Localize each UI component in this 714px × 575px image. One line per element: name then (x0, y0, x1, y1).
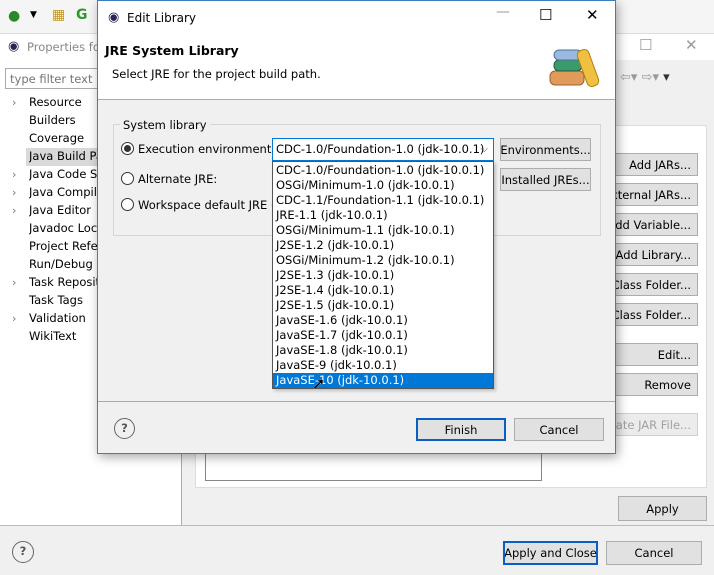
environment-dropdown-list[interactable]: CDC-1.0/Foundation-1.0 (jdk-10.0.1) OSGi/… (272, 161, 494, 389)
dropdown-option[interactable]: OSGi/Minimum-1.0 (jdk-10.0.1) (273, 178, 493, 193)
help-icon[interactable]: ? (12, 541, 34, 563)
group-label: System library (120, 118, 210, 132)
dialog-title: Edit Library (127, 11, 197, 25)
back-icon[interactable]: ⇦▾ (620, 70, 637, 85)
background-cancel-button[interactable]: Cancel (606, 541, 702, 565)
dropdown-option[interactable]: OSGi/Minimum-1.1 (jdk-10.0.1) (273, 223, 493, 238)
chevron-right-icon[interactable]: › (12, 204, 16, 217)
alternate-jre-radio[interactable] (121, 172, 134, 185)
chevron-right-icon[interactable]: › (12, 276, 16, 289)
help-icon[interactable]: ? (114, 418, 135, 439)
divider (98, 401, 615, 402)
execution-environment-combo[interactable]: CDC-1.0/Foundation-1.0 (jdk-10.0.1) ⌵ (272, 138, 494, 161)
installed-jres-button[interactable]: Installed JREs... (500, 168, 591, 191)
execution-environment-label: Execution environment: (138, 142, 276, 156)
edit-library-dialog: ◉ Edit Library — ☐ ✕ JRE System Library … (97, 0, 616, 454)
dropdown-option[interactable]: J2SE-1.3 (jdk-10.0.1) (273, 268, 493, 283)
dialog-description: Select JRE for the project build path. (112, 67, 321, 81)
dropdown-option[interactable]: JavaSE-1.6 (jdk-10.0.1) (273, 313, 493, 328)
workspace-default-radio[interactable] (121, 198, 134, 211)
run-icon[interactable]: ● (8, 8, 20, 24)
dropdown-option[interactable]: J2SE-1.2 (jdk-10.0.1) (273, 238, 493, 253)
workspace-default-label: Workspace default JRE (jdk-10.0.1) (138, 198, 272, 212)
dropdown-option[interactable]: JavaSE-9 (jdk-10.0.1) (273, 358, 493, 373)
chevron-down-icon[interactable]: ▼ (30, 10, 37, 20)
execution-environment-radio[interactable] (121, 142, 134, 155)
eclipse-icon: ◉ (8, 39, 20, 54)
divider (0, 525, 714, 526)
chevron-right-icon[interactable]: › (12, 312, 16, 325)
dialog-heading: JRE System Library (105, 43, 239, 58)
chevron-down-icon: ⌵ (480, 144, 488, 155)
maximize-icon[interactable]: ☐ (639, 36, 652, 54)
eclipse-icon: ◉ (108, 10, 120, 25)
library-books-icon (549, 49, 600, 87)
dropdown-option[interactable]: J2SE-1.4 (jdk-10.0.1) (273, 283, 493, 298)
cancel-button[interactable]: Cancel (514, 418, 604, 441)
close-icon[interactable]: ✕ (586, 6, 599, 24)
dropdown-option[interactable]: J2SE-1.5 (jdk-10.0.1) (273, 298, 493, 313)
close-icon[interactable]: ✕ (685, 36, 698, 54)
apply-and-close-button[interactable]: Apply and Close (503, 541, 598, 565)
new-class-icon[interactable]: G (76, 7, 88, 23)
chevron-right-icon[interactable]: › (12, 168, 16, 181)
new-package-icon[interactable]: ▦ (52, 7, 65, 23)
window-title: Properties for (27, 40, 105, 54)
environments-button[interactable]: Environments... (500, 138, 591, 161)
mouse-cursor-icon: ➚ (312, 374, 326, 393)
nav-arrows: ⇦▾ ⇨▾ ▾ (620, 70, 670, 85)
forward-icon[interactable]: ⇨▾ (642, 70, 659, 85)
alternate-jre-label: Alternate JRE: (138, 172, 218, 186)
maximize-icon[interactable]: ☐ (539, 6, 552, 24)
chevron-right-icon[interactable]: › (12, 186, 16, 199)
dropdown-option[interactable]: CDC-1.1/Foundation-1.1 (jdk-10.0.1) (273, 193, 493, 208)
dropdown-option[interactable]: CDC-1.0/Foundation-1.0 (jdk-10.0.1) (273, 163, 493, 178)
chevron-right-icon[interactable]: › (12, 96, 16, 109)
dropdown-option[interactable]: JavaSE-1.7 (jdk-10.0.1) (273, 328, 493, 343)
dropdown-option[interactable]: JavaSE-10 (jdk-10.0.1) (273, 373, 493, 388)
minimize-icon[interactable]: — (496, 4, 510, 20)
menu-icon[interactable]: ▾ (663, 70, 670, 85)
combo-value: CDC-1.0/Foundation-1.0 (jdk-10.0.1) (276, 142, 485, 156)
dropdown-option[interactable]: OSGi/Minimum-1.2 (jdk-10.0.1) (273, 253, 493, 268)
apply-button[interactable]: Apply (618, 496, 707, 521)
finish-button[interactable]: Finish (416, 418, 506, 441)
dropdown-option[interactable]: JRE-1.1 (jdk-10.0.1) (273, 208, 493, 223)
dropdown-option[interactable]: JavaSE-1.8 (jdk-10.0.1) (273, 343, 493, 358)
